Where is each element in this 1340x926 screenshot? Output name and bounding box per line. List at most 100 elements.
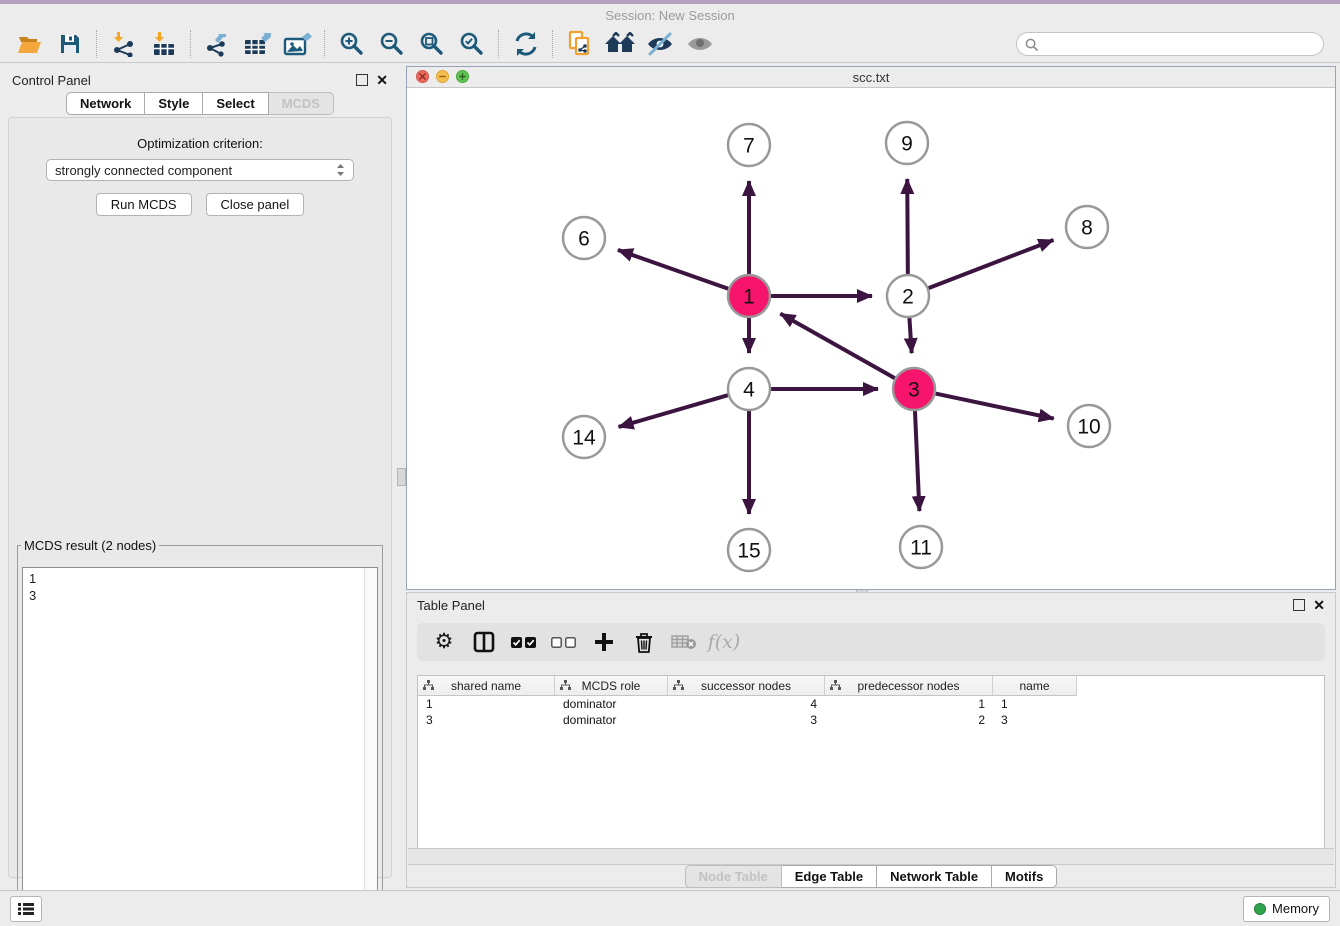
first-neighbors-icon[interactable] bbox=[560, 28, 600, 60]
tab-mcds[interactable]: MCDS bbox=[269, 92, 334, 115]
graph-node-4[interactable]: 4 bbox=[728, 368, 770, 410]
table-close-icon[interactable]: ✕ bbox=[1313, 600, 1325, 610]
close-panel-icon[interactable]: ✕ bbox=[376, 75, 388, 85]
save-session-icon[interactable] bbox=[50, 28, 90, 60]
delete-table-icon[interactable] bbox=[671, 629, 697, 655]
tab-select[interactable]: Select bbox=[203, 92, 268, 115]
column-header-label: predecessor nodes bbox=[857, 679, 959, 693]
node-table[interactable]: shared nameMCDS rolesuccessor nodes prede… bbox=[417, 675, 1325, 849]
table-tab-edge-table[interactable]: Edge Table bbox=[782, 865, 877, 888]
graph-edge-3-10[interactable] bbox=[936, 394, 1054, 419]
window-minimize-icon[interactable] bbox=[436, 70, 449, 83]
table-tab-node-table[interactable]: Node Table bbox=[685, 865, 782, 888]
app-titlebar: Session: New Session bbox=[0, 4, 1340, 26]
tab-network[interactable]: Network bbox=[66, 92, 145, 115]
optimization-criterion-select[interactable]: strongly connected component bbox=[46, 159, 354, 181]
column-header-successor-nodes[interactable]: successor nodes bbox=[668, 676, 825, 695]
toolbar-separator bbox=[552, 30, 554, 58]
column-header-label: name bbox=[1019, 679, 1049, 693]
zoom-fit-icon[interactable] bbox=[412, 28, 452, 60]
export-image-icon[interactable] bbox=[278, 28, 318, 60]
table-toolbar: ⚙ f(x) bbox=[417, 623, 1325, 661]
add-column-plus-icon[interactable] bbox=[591, 629, 617, 655]
search-input[interactable] bbox=[1044, 36, 1315, 52]
graph-edge-2-8[interactable] bbox=[929, 240, 1054, 288]
graph-node-6[interactable]: 6 bbox=[563, 217, 605, 259]
graph-node-label: 14 bbox=[572, 427, 596, 450]
network-canvas-svg[interactable]: 7 9 6 8 1 2 4 3 14 10 15 11 bbox=[407, 87, 1335, 589]
result-scrollbar[interactable] bbox=[364, 568, 377, 919]
graph-node-label: 15 bbox=[737, 540, 760, 563]
graph-node-2[interactable]: 2 bbox=[887, 275, 929, 317]
table-cell-name: 3 bbox=[993, 712, 1077, 728]
column-header-shared-name[interactable]: shared name bbox=[418, 676, 555, 695]
column-header-name[interactable]: name bbox=[993, 676, 1077, 695]
app-title: Session: New Session bbox=[605, 8, 734, 23]
task-history-button[interactable] bbox=[10, 896, 42, 922]
graph-node-3[interactable]: 3 bbox=[893, 368, 935, 410]
open-file-icon[interactable] bbox=[10, 28, 50, 60]
import-table-icon[interactable] bbox=[144, 28, 184, 60]
graph-node-10[interactable]: 10 bbox=[1068, 405, 1110, 447]
zoom-in-icon[interactable] bbox=[332, 28, 372, 60]
tab-style[interactable]: Style bbox=[145, 92, 203, 115]
graph-node-label: 4 bbox=[743, 379, 755, 402]
table-row[interactable]: 3dominator323 bbox=[418, 712, 1324, 728]
mcds-result-textarea[interactable]: 13 bbox=[22, 567, 378, 920]
export-network-icon[interactable] bbox=[198, 28, 238, 60]
window-close-icon[interactable] bbox=[416, 70, 429, 83]
graph-edge-2-9[interactable] bbox=[907, 179, 908, 274]
column-header-predecessor-nodes[interactable]: predecessor nodes bbox=[825, 676, 993, 695]
function-builder-icon[interactable]: f(x) bbox=[711, 629, 737, 655]
graph-edge-3-11[interactable] bbox=[915, 411, 919, 511]
table-tab-motifs[interactable]: Motifs bbox=[992, 865, 1057, 888]
import-network-icon[interactable] bbox=[104, 28, 144, 60]
delete-column-trash-icon[interactable] bbox=[631, 629, 657, 655]
zoom-selected-icon[interactable] bbox=[452, 28, 492, 60]
memory-status-icon bbox=[1254, 903, 1266, 915]
zoom-out-icon[interactable] bbox=[372, 28, 412, 60]
graph-edge-3-1[interactable] bbox=[780, 314, 894, 379]
mcds-panel: Optimization criterion: strongly connect… bbox=[8, 117, 392, 878]
table-float-icon[interactable] bbox=[1293, 599, 1305, 611]
graph-node-15[interactable]: 15 bbox=[728, 529, 770, 571]
run-mcds-button[interactable]: Run MCDS bbox=[96, 193, 192, 216]
graph-node-14[interactable]: 14 bbox=[563, 416, 605, 458]
hide-selected-eye-icon[interactable] bbox=[640, 28, 680, 60]
cyndex-home-icon[interactable] bbox=[600, 28, 640, 60]
graph-edge-1-6[interactable] bbox=[618, 250, 728, 289]
graph-edge-2-3[interactable] bbox=[909, 318, 911, 353]
float-panel-icon[interactable] bbox=[356, 74, 368, 86]
window-zoom-icon[interactable] bbox=[456, 70, 469, 83]
graph-node-1[interactable]: 1 bbox=[728, 275, 770, 317]
memory-button[interactable]: Memory bbox=[1243, 896, 1330, 922]
graph-node-7[interactable]: 7 bbox=[728, 124, 770, 166]
graph-node-11[interactable]: 11 bbox=[900, 526, 942, 568]
show-all-eye-icon[interactable] bbox=[680, 28, 720, 60]
graph-node-label: 10 bbox=[1077, 416, 1100, 439]
deselect-all-rows-icon[interactable] bbox=[551, 629, 577, 655]
table-cell-shared-name: 3 bbox=[418, 712, 555, 728]
column-header-mcds-role[interactable]: MCDS role bbox=[555, 676, 668, 695]
apply-layout-icon[interactable] bbox=[506, 28, 546, 60]
table-hscrollbar[interactable] bbox=[408, 848, 1334, 865]
close-panel-button[interactable]: Close panel bbox=[206, 193, 305, 216]
mcds-result-line: 3 bbox=[29, 587, 377, 604]
search-field[interactable] bbox=[1016, 32, 1324, 56]
panel-splitter-grip[interactable] bbox=[397, 468, 406, 486]
show-columns-icon[interactable] bbox=[471, 629, 497, 655]
table-settings-gear-icon[interactable]: ⚙ bbox=[431, 629, 457, 655]
graph-node-8[interactable]: 8 bbox=[1066, 206, 1108, 248]
export-table-icon[interactable] bbox=[238, 28, 278, 60]
table-row[interactable]: 1dominator411 bbox=[418, 696, 1324, 712]
mcds-result-title: MCDS result (2 nodes) bbox=[21, 538, 159, 553]
table-cell-mcds-role: dominator bbox=[555, 712, 668, 728]
select-all-rows-icon[interactable] bbox=[511, 629, 537, 655]
toolbar-separator bbox=[324, 30, 326, 58]
graph-node-9[interactable]: 9 bbox=[886, 122, 928, 164]
mcds-result-line: 1 bbox=[29, 570, 377, 587]
table-cell-successor-nodes: 4 bbox=[668, 696, 825, 712]
table-tab-network-table[interactable]: Network Table bbox=[877, 865, 992, 888]
control-panel: Control Panel ✕ NetworkStyleSelectMCDS O… bbox=[4, 68, 396, 880]
graph-edge-4-14[interactable] bbox=[619, 395, 728, 427]
